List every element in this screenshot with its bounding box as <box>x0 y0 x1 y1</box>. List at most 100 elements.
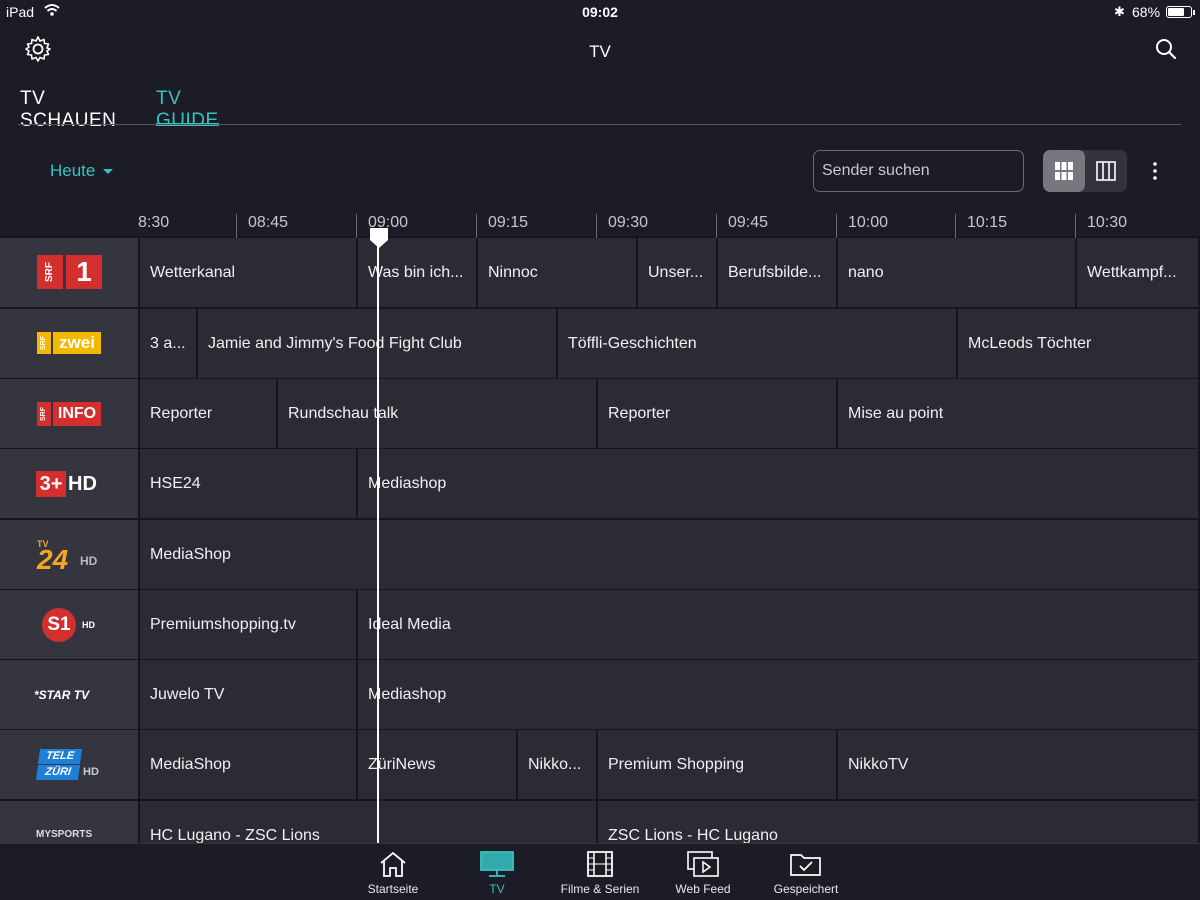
program-cell[interactable]: Ideal Media <box>358 590 1198 659</box>
channel-row: 3+ HD HSE24 Mediashop <box>0 449 1200 518</box>
tab-divider <box>18 124 1181 125</box>
program-cell[interactable]: Reporter <box>140 379 276 448</box>
channel-row: SRF zwei 3 a... Jamie and Jimmy's Food F… <box>0 309 1200 378</box>
status-time: 09:02 <box>582 4 618 20</box>
3plus-logo-hd: HD <box>68 473 97 495</box>
nav-label: TV <box>489 882 505 896</box>
program-cell[interactable]: ZüriNews <box>358 730 516 799</box>
3plus-logo-mark: 3+ <box>36 471 66 497</box>
timeline: 8:30 08:45 09:00 09:15 09:30 09:45 10:00… <box>0 208 1200 238</box>
bottom-nav: Startseite TV Filme & Serien Web Feed Ge… <box>0 843 1200 900</box>
channel-row: *STAR TV Juwelo TV Mediashop <box>0 660 1200 729</box>
program-cell[interactable]: Töffli-Geschichten <box>558 309 956 378</box>
channel-row: MYSPORTS HC Lugano - ZSC Lions ZSC Lions… <box>0 801 1200 843</box>
channel-logo-mysports[interactable]: MYSPORTS <box>0 801 138 843</box>
program-cell[interactable]: MediaShop <box>140 520 1198 589</box>
program-cell[interactable]: Berufsbilde... <box>718 238 836 307</box>
srf-logo-mark: SRF <box>37 332 51 354</box>
grid-view-icon[interactable] <box>1054 161 1074 181</box>
bluetooth-icon: ✱ <box>1114 4 1125 19</box>
channel-row: SRF 1 Wetterkanal Was bin ich... Ninnoc … <box>0 238 1200 307</box>
more-options-icon[interactable] <box>1146 160 1164 182</box>
day-selector-label: Heute <box>50 161 96 180</box>
srf-zwei-logo-text: zwei <box>53 332 101 354</box>
program-cell[interactable]: Rundschau talk <box>278 379 596 448</box>
program-cell[interactable]: Mediashop <box>358 449 1198 518</box>
nav-filme-serien[interactable]: Filme & Serien <box>550 844 650 900</box>
program-cell[interactable]: Mediashop <box>358 660 1198 729</box>
tab-tv-guide[interactable]: TV GUIDE <box>156 88 219 131</box>
program-cell[interactable]: MediaShop <box>140 730 356 799</box>
nav-startseite[interactable]: Startseite <box>343 844 443 900</box>
program-cell[interactable]: Mise au point <box>838 379 1198 448</box>
nav-label: Gespeichert <box>773 882 839 896</box>
day-selector[interactable]: Heute <box>50 161 114 181</box>
nav-tv[interactable]: TV <box>447 844 547 900</box>
channel-logo-tele-zueri-hd[interactable]: TELE ZÜRI HD <box>0 730 138 799</box>
channel-search-input[interactable] <box>813 150 1024 192</box>
channel-logo-srf1[interactable]: SRF 1 <box>0 238 138 307</box>
srf-logo-number: 1 <box>66 255 102 289</box>
program-cell[interactable]: Ninnoc <box>478 238 636 307</box>
program-cell[interactable]: Unser... <box>638 238 716 307</box>
chevron-down-icon <box>103 169 114 175</box>
now-indicator-line <box>377 238 379 843</box>
time-label: 10:00 <box>836 214 956 238</box>
nav-label: Web Feed <box>675 882 731 896</box>
channel-row: SRF INFO Reporter Rundschau talk Reporte… <box>0 379 1200 448</box>
program-cell[interactable]: Premium Shopping <box>598 730 836 799</box>
time-label: 09:30 <box>596 214 716 238</box>
search-icon[interactable] <box>1155 38 1177 60</box>
time-label: 10:30 <box>1075 214 1195 238</box>
film-icon <box>587 851 613 877</box>
program-cell[interactable]: HSE24 <box>140 449 356 518</box>
saved-folder-icon <box>790 854 821 876</box>
home-icon <box>380 851 406 877</box>
channel-logo-3plus-hd[interactable]: 3+ HD <box>0 449 138 518</box>
program-cell[interactable]: Reporter <box>598 379 836 448</box>
program-cell[interactable]: Premiumshopping.tv <box>140 590 356 659</box>
tele-zueri-logo-bottom: ZÜRI <box>35 765 81 780</box>
tv-guide-grid: SRF 1 Wetterkanal Was bin ich... Ninnoc … <box>0 238 1200 843</box>
srf-info-logo-text: INFO <box>53 402 101 426</box>
program-cell[interactable]: ZSC Lions - HC Lugano <box>598 801 1198 843</box>
view-toggle <box>1043 150 1127 192</box>
s1-logo-hd: HD <box>82 620 95 630</box>
tab-tv-schauen[interactable]: TV SCHAUEN <box>20 88 116 131</box>
time-label: 10:15 <box>955 214 1075 238</box>
channel-row: TV 24 HD MediaShop <box>0 520 1200 589</box>
channel-logo-srf-info[interactable]: SRF INFO <box>0 379 138 448</box>
tv24-logo-number: 24 <box>37 544 69 575</box>
srf-logo-mark: SRF <box>37 255 63 289</box>
program-cell[interactable]: nano <box>838 238 1075 307</box>
program-cell[interactable]: Wettkampf... <box>1077 238 1198 307</box>
page-title: TV <box>589 42 611 61</box>
nav-gespeichert[interactable]: Gespeichert <box>756 844 856 900</box>
time-label: 8:30 <box>138 214 170 231</box>
mysports-logo-text: MYSPORTS <box>36 829 93 840</box>
program-cell[interactable]: Juwelo TV <box>140 660 356 729</box>
channel-row: S1 HD Premiumshopping.tv Ideal Media <box>0 590 1200 659</box>
now-indicator-marker <box>370 228 388 248</box>
program-cell[interactable]: HC Lugano - ZSC Lions <box>140 801 596 843</box>
tv-icon <box>480 851 514 877</box>
web-feed-icon <box>687 851 719 877</box>
status-bar: iPad 09:02 ✱ 68% <box>0 0 1200 24</box>
time-label: 08:45 <box>236 214 356 238</box>
srf-logo-mark: SRF <box>37 402 51 426</box>
battery-icon <box>1166 6 1195 18</box>
tele-zueri-logo-top: TELE <box>37 749 83 764</box>
program-cell[interactable]: 3 a... <box>140 309 196 378</box>
tele-zueri-logo-hd: HD <box>83 766 99 778</box>
program-cell[interactable]: Nikko... <box>518 730 596 799</box>
program-cell[interactable]: Wetterkanal <box>140 238 356 307</box>
program-cell[interactable]: McLeods Töchter <box>958 309 1198 378</box>
program-cell[interactable]: NikkoTV <box>838 730 1198 799</box>
channel-logo-srf-zwei[interactable]: SRF zwei <box>0 309 138 378</box>
channel-logo-s1-hd[interactable]: S1 HD <box>0 590 138 659</box>
nav-web-feed[interactable]: Web Feed <box>653 844 753 900</box>
columns-view-icon[interactable] <box>1096 161 1116 181</box>
channel-row: TELE ZÜRI HD MediaShop ZüriNews Nikko...… <box>0 730 1200 799</box>
channel-logo-tv24-hd[interactable]: TV 24 HD <box>0 520 138 589</box>
channel-logo-star-tv[interactable]: *STAR TV <box>0 660 138 729</box>
